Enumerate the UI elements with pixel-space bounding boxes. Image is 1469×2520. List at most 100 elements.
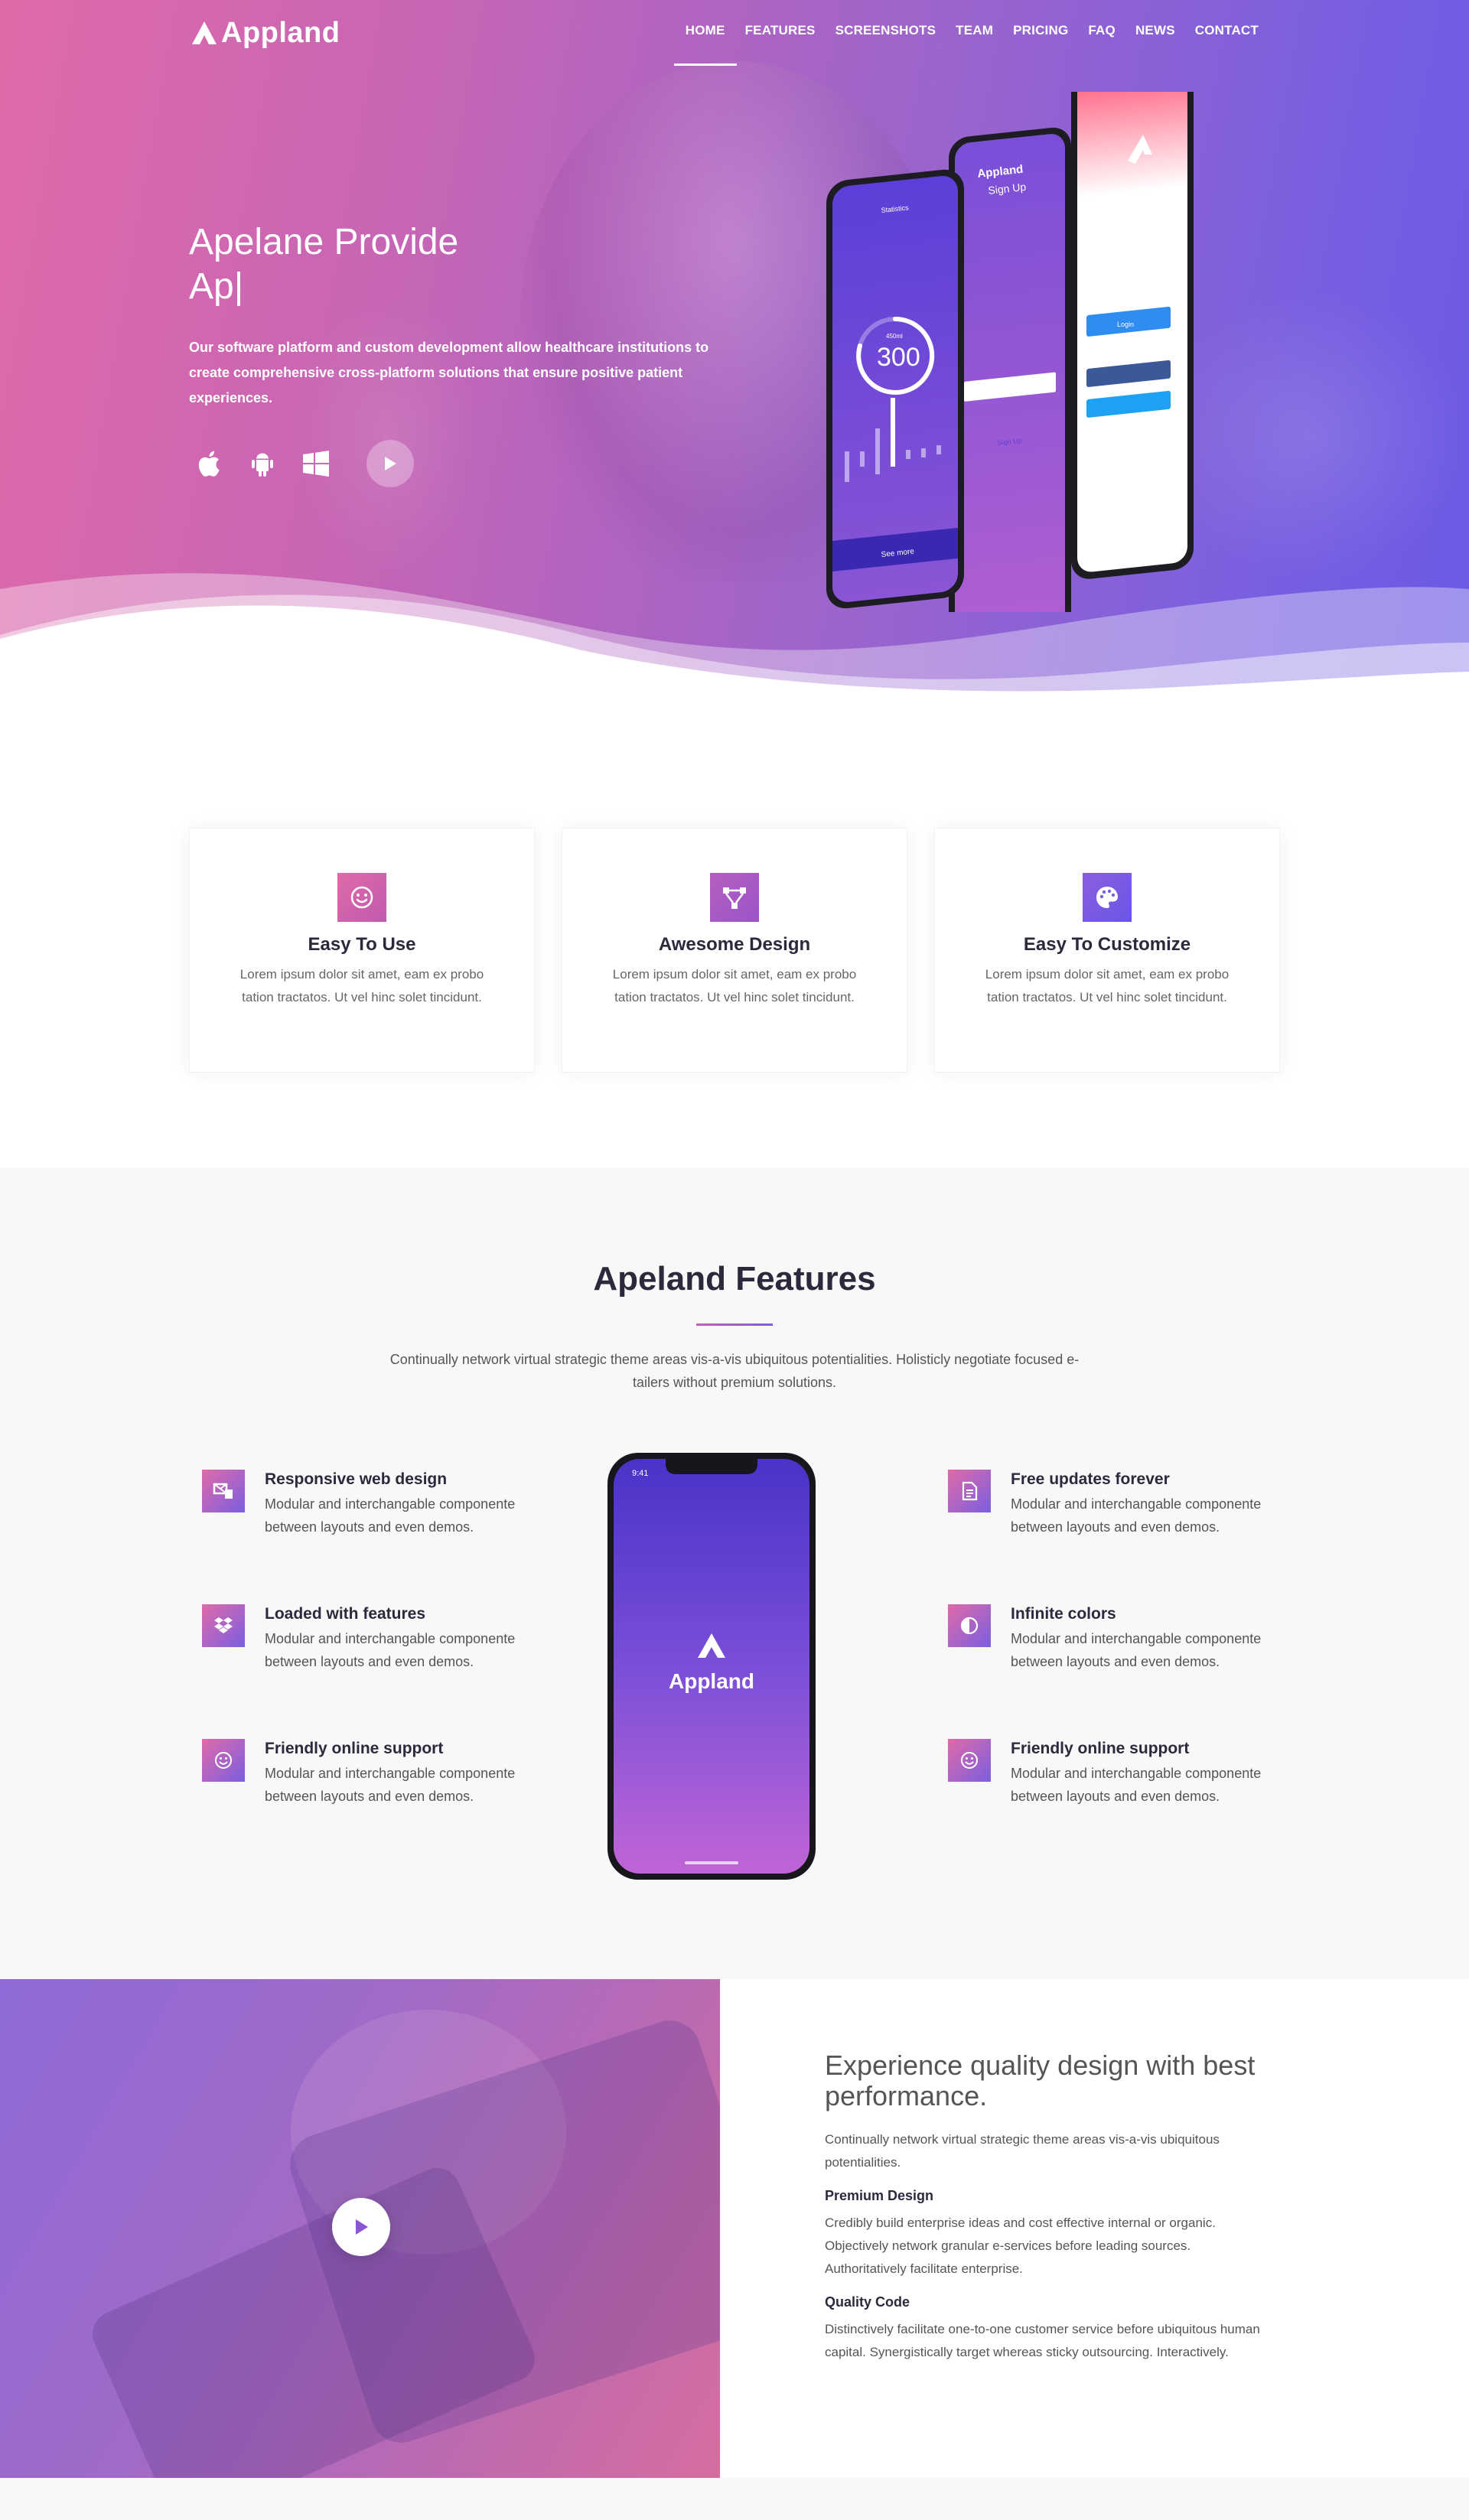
feature-text: Modular and interchangable componente be… (1011, 1496, 1262, 1535)
title-underline (696, 1323, 773, 1326)
nav-pricing[interactable]: PRICING (1003, 23, 1078, 38)
card-icon-box (337, 873, 386, 922)
feature-text: Modular and interchangable componente be… (265, 1631, 516, 1669)
phone-signup: Appland Sign Up Sign Up (949, 127, 1071, 612)
hero-description: Our software platform and custom develop… (189, 340, 709, 405)
hero-section: Appland HOME FEATURES SCREENSHOTS TEAM P… (0, 0, 1469, 711)
features-title: Apeland Features (593, 1260, 876, 1297)
hero-title-line2: Ap| (189, 266, 244, 307)
features-section: Apeland Features Continually network vir… (0, 1168, 1469, 1979)
feature-item: Friendly online support Modular and inte… (948, 1737, 1269, 1872)
windows-store-button[interactable] (296, 440, 336, 487)
feature-item: Responsive web design Modular and interc… (202, 1468, 523, 1603)
android-icon (252, 453, 273, 477)
next-section-start (0, 2478, 1469, 2520)
phone-statistics: Statistics 300 450ml See more (826, 169, 964, 609)
nav-screenshots[interactable]: SCREENSHOTS (826, 23, 946, 38)
stats-value-text: 300 (877, 343, 920, 372)
hero-title: Apelane Provide Ap| (189, 220, 617, 309)
main-menu: HOME FEATURES SCREENSHOTS TEAM PRICING F… (673, 23, 1269, 66)
dropbox-icon (214, 1617, 233, 1633)
apple-store-button[interactable] (189, 440, 229, 487)
nav-home[interactable]: HOME (673, 23, 737, 66)
card-icon-box (710, 873, 759, 922)
feature-title: Friendly online support (265, 1740, 444, 1757)
feature-icon-box (202, 1739, 245, 1782)
nav-faq[interactable]: FAQ (1078, 23, 1125, 38)
stats-top-text: 450ml (886, 333, 903, 340)
feature-title: Free updates forever (1011, 1470, 1170, 1488)
feature-title: Responsive web design (265, 1470, 448, 1488)
appland-logo-icon (192, 21, 217, 44)
brand-name: Appland (221, 17, 340, 49)
smile-icon (961, 1752, 978, 1769)
feature-title: Friendly online support (1011, 1740, 1190, 1757)
features-left-column: Responsive web design Modular and interc… (202, 1468, 523, 1872)
experience-title: Experience quality design with best perf… (825, 2050, 1256, 2111)
feature-text: Modular and interchangable componente be… (1011, 1766, 1262, 1804)
document-icon (962, 1481, 978, 1501)
nav-contact[interactable]: CONTACT (1185, 23, 1269, 38)
card-icon-box (1083, 873, 1132, 922)
hero-title-line1: Apelane Provide (189, 222, 459, 262)
feature-item: Loaded with features Modular and interch… (202, 1603, 523, 1737)
store-links (189, 440, 414, 487)
feature-icon-box (948, 1739, 991, 1782)
phone-brand-text: Appland (669, 1669, 754, 1693)
card-title: Easy To Use (308, 934, 416, 955)
nav-news[interactable]: NEWS (1125, 23, 1185, 38)
smile-icon (215, 1752, 232, 1769)
contrast-icon (960, 1617, 979, 1635)
palette-icon (1096, 887, 1118, 908)
feature-icon-box (202, 1470, 245, 1512)
premium-design-text: Credibly build enterprise ideas and cost… (825, 2216, 1216, 2276)
phone-login: Login (1071, 92, 1194, 579)
feature-icon-box (948, 1470, 991, 1512)
quality-code-text: Distinctively facilitate one-to-one cust… (825, 2322, 1260, 2359)
features-right-column: Free updates forever Modular and interch… (948, 1468, 1269, 1872)
brand-logo[interactable]: Appland (189, 17, 340, 50)
feature-text: Modular and interchangable componente be… (265, 1766, 516, 1804)
card-awesome-design: Awesome Design Lorem ipsum dolor sit ame… (562, 828, 907, 1073)
nav-features[interactable]: FEATURES (735, 23, 826, 38)
navbar: Appland HOME FEATURES SCREENSHOTS TEAM P… (0, 0, 1469, 69)
hero-wave (0, 573, 1469, 711)
phone-time-text: 9:41 (632, 1469, 648, 1478)
card-text: Lorem ipsum dolor sit amet, eam ex probo… (239, 967, 484, 1004)
card-text: Lorem ipsum dolor sit amet, eam ex probo… (612, 967, 857, 1004)
smile-icon (350, 886, 373, 909)
intro-cards: Easy To Use Lorem ipsum dolor sit amet, … (189, 828, 1281, 1073)
feature-icon-box (948, 1604, 991, 1647)
features-phone-mockup: 9:41 Appland (607, 1453, 816, 1880)
nav-team[interactable]: TEAM (946, 23, 1003, 38)
experience-intro: Continually network virtual strategic th… (825, 2132, 1220, 2170)
play-icon (385, 457, 396, 470)
login-button-text: Login (1117, 321, 1134, 328)
windows-icon (303, 451, 329, 477)
feature-title: Infinite colors (1011, 1605, 1116, 1623)
video-play-button[interactable] (332, 2198, 390, 2256)
responsive-icon (213, 1483, 233, 1499)
hero-phones-mockup: Login Appland Sign Up Sign Up Statistics… (826, 92, 1194, 612)
quality-code-heading: Quality Code (825, 2294, 910, 2310)
experience-section: Experience quality design with best perf… (825, 2050, 1269, 2364)
feature-title: Loaded with features (265, 1605, 426, 1623)
play-icon (356, 2219, 368, 2235)
android-store-button[interactable] (243, 440, 282, 487)
features-subtitle: Continually network virtual strategic th… (389, 1352, 1080, 1390)
card-title: Easy To Customize (1023, 934, 1191, 955)
feature-item: Friendly online support Modular and inte… (202, 1737, 523, 1872)
card-easy-to-customize: Easy To Customize Lorem ipsum dolor sit … (934, 828, 1280, 1073)
feature-item: Infinite colors Modular and interchangab… (948, 1603, 1269, 1737)
card-easy-to-use: Easy To Use Lorem ipsum dolor sit amet, … (189, 828, 535, 1073)
card-title: Awesome Design (658, 934, 811, 955)
play-video-button[interactable] (366, 440, 414, 487)
feature-text: Modular and interchangable componente be… (265, 1496, 516, 1535)
apple-icon (198, 451, 220, 477)
video-panel (0, 1979, 720, 2478)
feature-icon-box (202, 1604, 245, 1647)
design-icon (723, 887, 746, 909)
premium-design-heading: Premium Design (825, 2188, 934, 2203)
card-text: Lorem ipsum dolor sit amet, eam ex probo… (985, 967, 1230, 1004)
feature-item: Free updates forever Modular and interch… (948, 1468, 1269, 1603)
